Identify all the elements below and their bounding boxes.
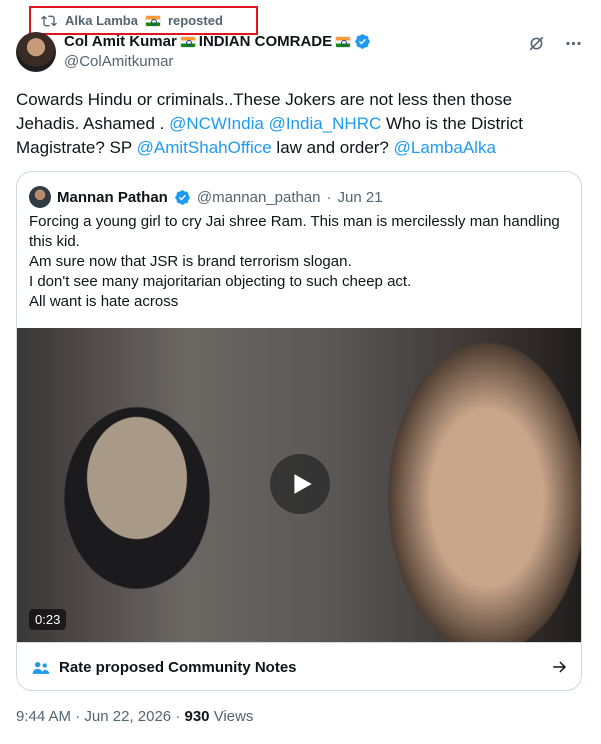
quote-date[interactable]: Jun 21 [338, 189, 383, 206]
quote-text: Forcing a young girl to cry Jai shree Ra… [29, 212, 569, 312]
tweet-actions-top [527, 34, 583, 53]
repost-user-name[interactable]: Alka Lamba [65, 13, 138, 28]
tweet-text: Cowards Hindu or criminals..These Jokers… [16, 88, 576, 160]
author-block: Col Amit Kumar INDIAN COMRADE @ColAmitku… [64, 33, 371, 70]
meta-separator: · [75, 708, 81, 725]
mention-link[interactable]: @India_NHRC [269, 114, 382, 133]
quoted-tweet[interactable]: Mannan Pathan @mannan_pathan · Jun 21 Fo… [16, 171, 582, 691]
mention-link[interactable]: @LambaAlka [394, 138, 496, 157]
views-count: 930 [184, 708, 210, 725]
meta-separator: · [175, 708, 181, 725]
repost-label: reposted [167, 13, 223, 28]
verified-badge-icon [175, 189, 190, 205]
meta-separator: · [326, 188, 332, 206]
quote-text-line: Am sure now that JSR is brand terrorism … [29, 253, 352, 270]
india-flag-icon [145, 15, 160, 26]
tweet-text-part: law and order? [271, 138, 394, 157]
arrow-right-icon[interactable] [551, 658, 569, 676]
quote-author-handle[interactable]: @mannan_pathan [197, 189, 321, 206]
author-handle[interactable]: @ColAmitkumar [64, 53, 371, 70]
quote-header: Mannan Pathan @mannan_pathan · Jun 21 [29, 186, 383, 208]
video-player[interactable]: 0:23 [17, 328, 581, 642]
author-name[interactable]: Col Amit Kumar [64, 33, 177, 50]
community-notes-bar[interactable]: Rate proposed Community Notes [17, 642, 581, 690]
quote-text-line: Forcing a young girl to cry Jai shree Ra… [29, 213, 560, 250]
tweet-footer: 9:44 AM · Jun 22, 2026 · 930 Views [16, 708, 253, 725]
play-button[interactable] [270, 454, 330, 514]
mention-link[interactable]: @NCWIndia [169, 114, 264, 133]
video-duration: 0:23 [29, 609, 67, 630]
quote-avatar[interactable] [29, 186, 51, 208]
repost-icon [41, 15, 57, 26]
play-icon [294, 474, 312, 494]
mention-link[interactable]: @AmitShahOffice [137, 138, 272, 157]
grok-icon[interactable] [527, 34, 546, 53]
india-flag-icon [180, 36, 195, 47]
india-flag-icon [336, 36, 351, 47]
more-options-icon[interactable] [564, 34, 583, 53]
avatar[interactable] [16, 32, 56, 72]
quote-text-line: I don't see many majoritarian objecting … [29, 273, 412, 290]
repost-indicator: Alka Lamba reposted [29, 6, 258, 35]
people-icon [32, 661, 50, 674]
quote-text-line: All want is hate across [29, 293, 179, 310]
verified-badge-icon[interactable] [354, 33, 371, 50]
views-label: Views [213, 708, 254, 725]
tweet-time[interactable]: 9:44 AM [16, 708, 71, 725]
community-notes-label: Rate proposed Community Notes [59, 659, 297, 676]
author-name-suffix[interactable]: INDIAN COMRADE [199, 33, 332, 50]
tweet-date[interactable]: Jun 22, 2026 [84, 708, 171, 725]
quote-author-name[interactable]: Mannan Pathan [57, 189, 168, 206]
author-name-row[interactable]: Col Amit Kumar INDIAN COMRADE [64, 33, 371, 50]
